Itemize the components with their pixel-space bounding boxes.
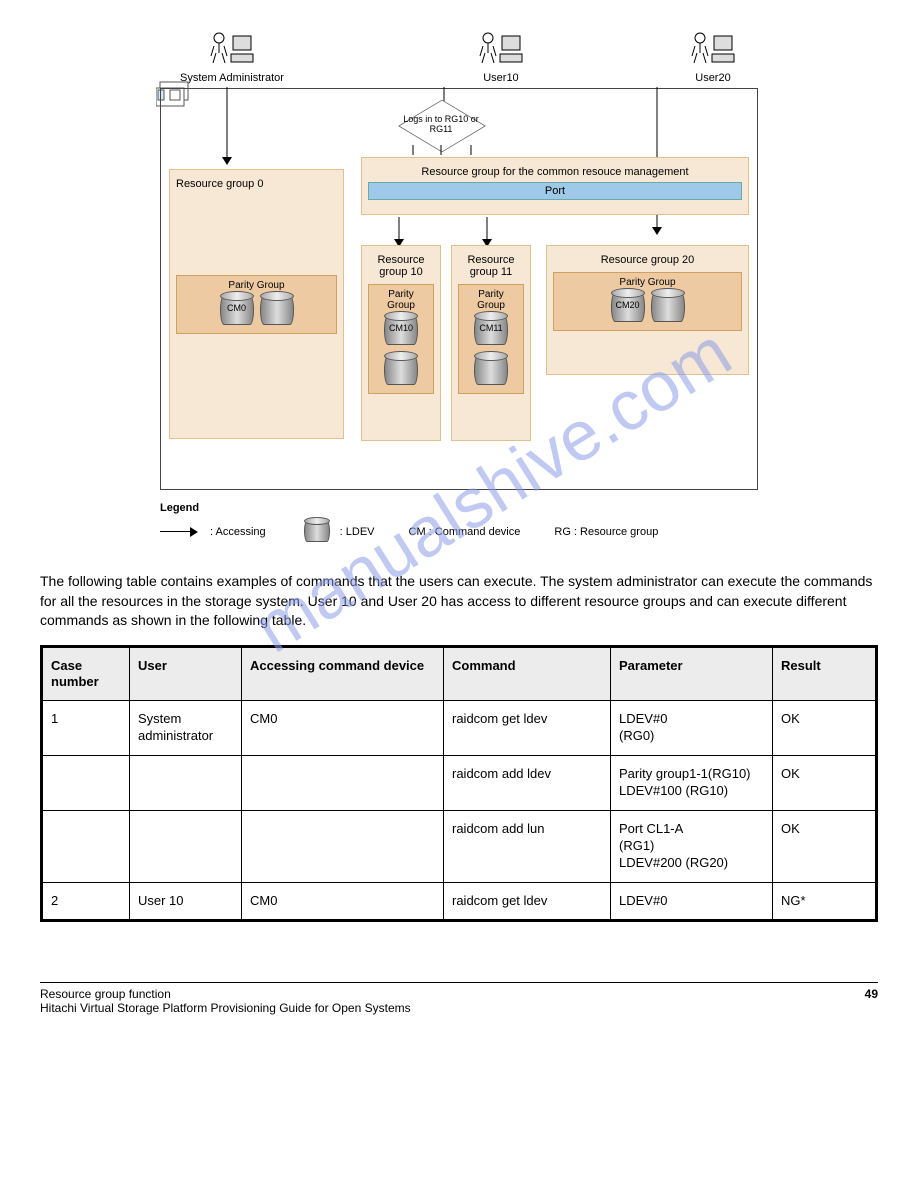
legend-row: : Accessing : LDEV CM : Command device R… <box>160 520 758 544</box>
port-bar: Port <box>368 182 742 200</box>
table-cell: 1 <box>42 701 130 756</box>
table-cell: CM0 <box>242 882 444 921</box>
actor-label: User20 <box>695 72 730 84</box>
rg0-parity-group: Parity Group CM0 <box>176 275 337 334</box>
legend-ldev: : LDEV <box>340 526 375 538</box>
col-cmd-device: Accessing command device <box>242 646 444 701</box>
cylinder-icon <box>260 295 294 325</box>
footer-section: Resource group function <box>40 987 411 1001</box>
parity-label: Parity Group <box>181 280 332 291</box>
rg20-title: Resource group 20 <box>553 254 742 266</box>
col-command: Command <box>444 646 611 701</box>
rg10-title: Resource group 10 <box>368 254 434 278</box>
table-cell <box>130 756 242 811</box>
rg20-parity: Parity Group CM20 <box>553 272 742 331</box>
person-computer-icon <box>688 30 738 70</box>
table-row: raidcom add lunPort CL1-A(RG1)LDEV#200 (… <box>42 810 877 882</box>
parity-label: Parity Group <box>373 289 429 311</box>
common-title: Resource group for the common resouce ma… <box>368 166 742 178</box>
table-cell: raidcom add lun <box>444 810 611 882</box>
rg11-title: Resource group 11 <box>458 254 524 278</box>
parity-label: Parity Group <box>463 289 519 311</box>
table-cell <box>42 810 130 882</box>
cylinder-icon: CM11 <box>474 315 508 345</box>
resource-group-common: Resource group for the common resouce ma… <box>361 157 749 215</box>
legend-accessing: : Accessing <box>210 526 266 538</box>
intro-paragraph: The following table contains examples of… <box>40 572 878 631</box>
table-cell: LDEV#0 <box>611 882 773 921</box>
cylinder-icon <box>474 355 508 385</box>
rg0-title: Resource group 0 <box>176 178 337 190</box>
rg10-parity: Parity Group CM10 <box>368 284 434 394</box>
person-computer-icon <box>207 30 257 70</box>
table-cell: System administrator <box>130 701 242 756</box>
table-cell: OK <box>773 701 877 756</box>
table-cell: CM0 <box>242 701 444 756</box>
actor-user10: User10 <box>476 30 526 84</box>
actor-label: User10 <box>483 72 518 84</box>
legend-cm: CM : Command device <box>409 526 521 538</box>
col-case: Case number <box>42 646 130 701</box>
table-cell <box>242 756 444 811</box>
table-cell: raidcom get ldev <box>444 701 611 756</box>
table-row: 1System administratorCM0raidcom get ldev… <box>42 701 877 756</box>
actor-user20: User20 <box>688 30 738 84</box>
decision-login: Logs in to RG10 or RG11 <box>391 103 491 147</box>
resource-group-11: Resource group 11 Parity Group CM11 <box>451 245 531 441</box>
table-cell: raidcom get ldev <box>444 882 611 921</box>
legend-title: Legend <box>160 502 758 514</box>
table-cell: OK <box>773 756 877 811</box>
col-user: User <box>130 646 242 701</box>
col-parameter: Parameter <box>611 646 773 701</box>
table-cell: Parity group1-1(RG10)LDEV#100 (RG10) <box>611 756 773 811</box>
col-result: Result <box>773 646 877 701</box>
cylinder-icon <box>304 520 330 544</box>
table-cell: OK <box>773 810 877 882</box>
parity-label: Parity Group <box>558 277 737 288</box>
resource-group-0: Resource group 0 Parity Group CM0 <box>169 169 344 439</box>
table-cell <box>130 810 242 882</box>
legend-rg: RG : Resource group <box>554 526 658 538</box>
cylinder-icon: CM10 <box>384 315 418 345</box>
footer-doc-title: Hitachi Virtual Storage Platform Provisi… <box>40 1001 411 1015</box>
cylinder-icon <box>651 292 685 322</box>
actor-sysadmin: System Administrator <box>180 30 284 84</box>
table-cell: NG* <box>773 882 877 921</box>
resource-group-10: Resource group 10 Parity Group CM10 <box>361 245 441 441</box>
page-number: 49 <box>865 987 878 1001</box>
rg11-parity: Parity Group CM11 <box>458 284 524 394</box>
table-cell: LDEV#0(RG0) <box>611 701 773 756</box>
access-table: Case number User Accessing command devic… <box>40 645 878 923</box>
arrow-icon <box>160 527 200 537</box>
resource-group-20: Resource group 20 Parity Group CM20 <box>546 245 749 375</box>
table-row: 2User 10CM0raidcom get ldevLDEV#0NG* <box>42 882 877 921</box>
table-cell: raidcom add ldev <box>444 756 611 811</box>
table-cell: Port CL1-A(RG1)LDEV#200 (RG20) <box>611 810 773 882</box>
table-cell <box>242 810 444 882</box>
person-computer-icon <box>476 30 526 70</box>
architecture-diagram: System Administrator User10 User <box>160 30 758 544</box>
cylinder-icon: CM20 <box>611 292 645 322</box>
table-cell: User 10 <box>130 882 242 921</box>
cylinder-icon <box>384 355 418 385</box>
table-cell: 2 <box>42 882 130 921</box>
storage-system-box: Logs in to RG10 or RG11 Resource group 0… <box>160 88 758 490</box>
table-cell <box>42 756 130 811</box>
table-row: raidcom add ldevParity group1-1(RG10)LDE… <box>42 756 877 811</box>
page-footer: Resource group function Hitachi Virtual … <box>40 982 878 1015</box>
cylinder-icon: CM0 <box>220 295 254 325</box>
